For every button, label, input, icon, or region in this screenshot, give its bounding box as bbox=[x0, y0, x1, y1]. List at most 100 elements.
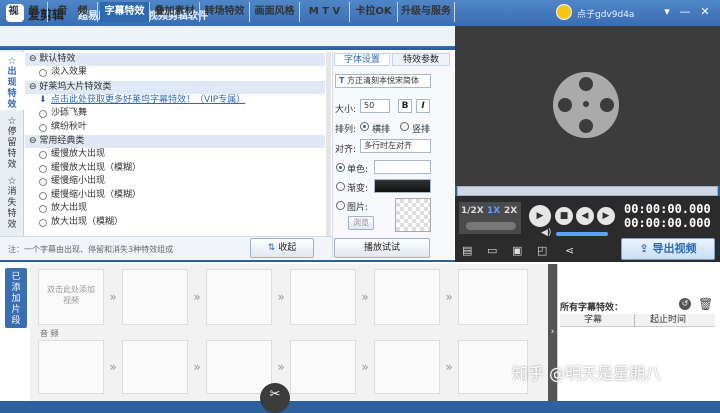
side-tab-disappear[interactable]: ☆ 消失特效 bbox=[0, 172, 24, 230]
open-folder-icon[interactable]: ▭ bbox=[487, 244, 497, 257]
volume-slider[interactable] bbox=[556, 232, 608, 236]
side-tab-appear[interactable]: ☆ 出现特效 bbox=[0, 52, 24, 110]
effect-radio[interactable] bbox=[39, 110, 47, 118]
collapse-button[interactable]: ⇅ 收起 bbox=[250, 238, 314, 258]
volume-icon[interactable]: ◀) bbox=[541, 228, 551, 238]
effect-item[interactable]: 缓慢缩小出现 bbox=[25, 175, 325, 189]
effect-item[interactable]: 缓慢放大出现（模糊） bbox=[25, 162, 325, 176]
image-radio[interactable] bbox=[336, 201, 345, 210]
new-file-icon[interactable]: ▤ bbox=[462, 244, 472, 257]
trash-icon[interactable]: 🗑 bbox=[698, 297, 713, 311]
refresh-icon[interactable]: ↺ bbox=[679, 298, 691, 310]
bold-button[interactable]: B bbox=[398, 99, 412, 113]
tab-audio[interactable]: 音 频 bbox=[48, 2, 98, 22]
effect-radio[interactable] bbox=[39, 69, 47, 77]
size-input[interactable]: 50 bbox=[360, 99, 390, 113]
image-preview[interactable] bbox=[395, 198, 431, 232]
vertical-radio[interactable] bbox=[400, 122, 409, 131]
effect-item-label: 缓慢放大出现 bbox=[51, 149, 106, 159]
user-avatar[interactable] bbox=[556, 4, 572, 20]
share-icon[interactable]: ⋖ bbox=[565, 244, 574, 257]
gradient-picker[interactable] bbox=[374, 179, 431, 193]
font-t-icon: T bbox=[339, 76, 345, 85]
effect-item[interactable]: 放大出现（模糊） bbox=[25, 216, 325, 230]
tab-font-settings[interactable]: 字体设置 bbox=[334, 53, 390, 66]
effect-radio[interactable] bbox=[39, 151, 47, 159]
effect-radio[interactable] bbox=[39, 123, 47, 132]
next-frame-button[interactable]: ▶ bbox=[597, 207, 615, 225]
clip-slot[interactable] bbox=[122, 269, 188, 325]
effect-item-label: 缓慢缩小出现 bbox=[51, 176, 106, 186]
effect-item[interactable]: 淡入效果 bbox=[25, 66, 325, 80]
play-test-button[interactable]: 播放试试 bbox=[334, 238, 430, 258]
solid-color-label: 单色: bbox=[347, 165, 369, 175]
scissors-icon[interactable]: ✂ bbox=[260, 383, 290, 413]
tab-karaoke[interactable]: 卡拉OK bbox=[350, 2, 398, 22]
prev-frame-button[interactable]: ◀ bbox=[576, 207, 594, 225]
clip-slot[interactable] bbox=[458, 269, 528, 325]
total-time: 00:00:00.000 bbox=[624, 216, 711, 230]
tab-video[interactable]: 视 频 bbox=[0, 2, 48, 22]
close-icon[interactable]: ✕ bbox=[698, 5, 712, 19]
add-video-slot[interactable]: 双击此处添加视频 bbox=[38, 269, 104, 325]
username[interactable]: 点子gdv9d4a bbox=[577, 7, 634, 20]
effect-item[interactable]: 缓慢缩小出现（模糊） bbox=[25, 189, 325, 203]
audio-slot[interactable] bbox=[206, 340, 272, 394]
tab-mtv[interactable]: M T V bbox=[300, 2, 350, 22]
clip-slot[interactable] bbox=[290, 269, 356, 325]
effect-item[interactable]: 放大出现 bbox=[25, 202, 325, 216]
effect-item[interactable]: 沙砾飞舞 bbox=[25, 107, 325, 121]
audio-slot[interactable] bbox=[38, 340, 104, 394]
vip-effects-link[interactable]: ⬇ 点击此处获取更多好莱坞字幕特效！（VIP专属） bbox=[25, 94, 325, 108]
font-select[interactable]: T 方正清刻本悦宋简体 bbox=[335, 74, 431, 88]
clip-slot[interactable] bbox=[374, 269, 440, 325]
speed-1x[interactable]: 1X bbox=[487, 206, 500, 216]
side-tab-stay[interactable]: ☆ 停留特效 bbox=[0, 112, 24, 170]
align-select[interactable]: 多行时左对齐 bbox=[360, 139, 431, 153]
browse-button[interactable]: 浏览 bbox=[348, 216, 374, 230]
speed-half[interactable]: 1/2X bbox=[461, 206, 484, 216]
solid-color-radio[interactable] bbox=[336, 163, 345, 172]
effect-radio[interactable] bbox=[39, 205, 47, 213]
tab-transition[interactable]: 转场特效 bbox=[200, 2, 250, 22]
italic-button[interactable]: I bbox=[416, 99, 430, 113]
speed-slider[interactable] bbox=[466, 222, 516, 230]
save-as-icon[interactable]: ◰ bbox=[537, 244, 547, 257]
effect-group-header[interactable]: ⊖ 常用经典类 bbox=[25, 135, 325, 148]
export-video-button[interactable]: ⇪ 导出视频 bbox=[621, 238, 715, 260]
subtitle-table-header: 字幕 起止时间 bbox=[560, 314, 715, 327]
chevron-right-icon: » bbox=[109, 290, 117, 304]
tab-overlay[interactable]: 叠加素材 bbox=[150, 2, 200, 22]
tab-subtitle-effects[interactable]: 字幕特效 bbox=[100, 2, 150, 22]
effect-radio[interactable] bbox=[39, 164, 47, 173]
export-label: 导出视频 bbox=[652, 242, 697, 255]
tab-style[interactable]: 画面风格 bbox=[250, 2, 300, 22]
effect-item[interactable]: 缤纷秋叶 bbox=[25, 121, 325, 135]
audio-slot[interactable] bbox=[122, 340, 188, 394]
effect-item[interactable]: 缓慢放大出现 bbox=[25, 148, 325, 162]
effect-list-scrollbar[interactable] bbox=[326, 52, 331, 258]
main-tab-bar bbox=[0, 26, 455, 48]
audio-slot[interactable] bbox=[290, 340, 356, 394]
save-icon[interactable]: ▣ bbox=[512, 244, 522, 257]
effect-group-header[interactable]: ⊖ 好莱坞大片特效类 bbox=[25, 80, 325, 94]
effect-group-header[interactable]: ⊖ 默认特效 bbox=[25, 53, 325, 66]
solid-color-picker[interactable] bbox=[374, 160, 431, 174]
tab-upgrade[interactable]: 升级与服务 bbox=[398, 2, 455, 22]
speed-2x[interactable]: 2X bbox=[504, 206, 517, 216]
gradient-radio[interactable] bbox=[336, 182, 345, 191]
tab-effect-params[interactable]: 特效参数 bbox=[392, 53, 450, 66]
minimize-icon[interactable]: — bbox=[678, 5, 692, 19]
audio-slot[interactable] bbox=[374, 340, 440, 394]
effect-radio[interactable] bbox=[39, 178, 47, 186]
effect-radio[interactable] bbox=[39, 191, 47, 200]
play-button[interactable]: ▶ bbox=[529, 205, 551, 227]
stop-button[interactable]: ■ bbox=[555, 207, 573, 225]
col-divider bbox=[634, 314, 635, 327]
clip-slot[interactable] bbox=[206, 269, 272, 325]
preview-timeline[interactable] bbox=[457, 186, 718, 196]
effect-radio[interactable] bbox=[39, 218, 47, 227]
horizontal-radio[interactable] bbox=[360, 122, 369, 131]
added-clips-tab[interactable]: 已添加片段 bbox=[5, 268, 27, 328]
menu-icon[interactable]: ▾ bbox=[660, 5, 674, 19]
